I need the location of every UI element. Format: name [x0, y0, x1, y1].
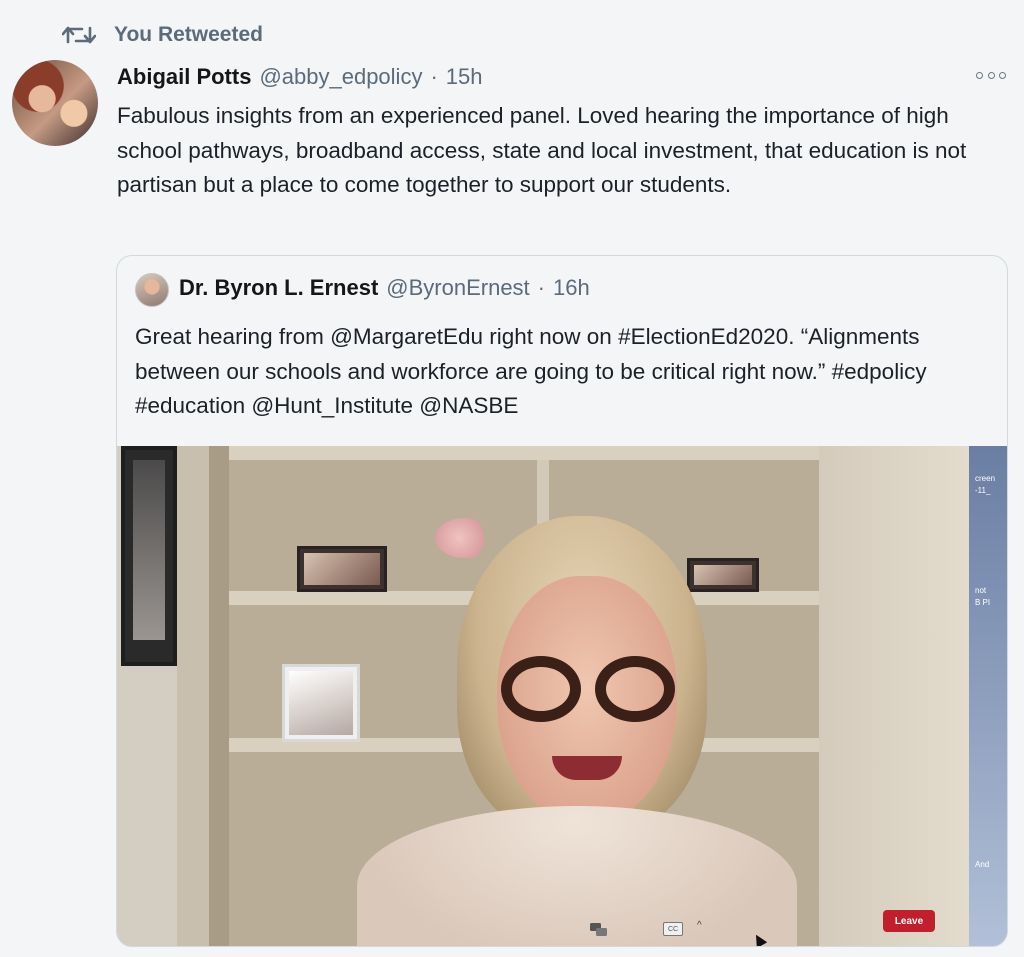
side-text: And: [975, 860, 990, 869]
chat-icon[interactable]: [589, 922, 609, 938]
side-text: not: [975, 586, 987, 595]
author-avatar[interactable]: [12, 60, 98, 146]
retweet-icon: [62, 26, 96, 44]
photo-frame: [297, 546, 387, 592]
caret-up-icon[interactable]: ^: [697, 920, 702, 931]
author-name[interactable]: Abigail Potts: [117, 64, 251, 90]
tweet-text: Fabulous insights from an experienced pa…: [117, 103, 967, 197]
photo-frame: [282, 664, 360, 742]
tweet-media-image[interactable]: creen -11_ not B PI And CC ^ Leave: [117, 446, 1007, 946]
more-options-icon[interactable]: [976, 64, 1006, 86]
cc-button[interactable]: CC: [663, 922, 683, 936]
glasses-lens: [501, 656, 581, 722]
quoted-author-name[interactable]: Dr. Byron L. Ernest: [179, 275, 378, 301]
more-dot: [976, 71, 983, 79]
tweet-time[interactable]: 15h: [446, 64, 483, 90]
tweet-header: Abigail Potts @abby_edpolicy · 15h: [117, 64, 483, 94]
retweet-label: You Retweeted: [114, 23, 263, 46]
side-text: creen: [975, 474, 996, 483]
shelf-top: [229, 446, 819, 460]
quoted-tweet-header: Dr. Byron L. Ernest @ByronErnest · 16h: [179, 275, 590, 305]
separator-dot: ·: [430, 64, 438, 89]
more-dot: [987, 71, 995, 79]
quoted-tweet-time[interactable]: 16h: [553, 275, 590, 301]
quoted-tweet-text: Great hearing from @MargaretEdu right no…: [135, 324, 927, 418]
quoted-author-avatar[interactable]: [135, 273, 169, 307]
side-text: B PI: [975, 598, 991, 607]
side-text: -11_: [975, 486, 991, 495]
more-dot: [999, 71, 1006, 79]
glasses-lens: [595, 656, 675, 722]
wall-picture: [121, 446, 177, 666]
wall-right: [819, 446, 969, 946]
quoted-tweet[interactable]: Dr. Byron L. Ernest @ByronErnest · 16h G…: [116, 255, 1008, 947]
screen-edge: [969, 446, 1007, 946]
leave-button[interactable]: Leave: [883, 910, 935, 932]
author-handle[interactable]: @abby_edpolicy: [259, 64, 422, 90]
shelf-side: [209, 446, 229, 946]
separator-dot: ·: [537, 275, 545, 300]
flower-vase: [435, 518, 495, 558]
photo-frame: [687, 558, 759, 592]
quoted-author-handle[interactable]: @ByronErnest: [386, 275, 529, 301]
retweet-context: You Retweeted: [62, 20, 263, 50]
